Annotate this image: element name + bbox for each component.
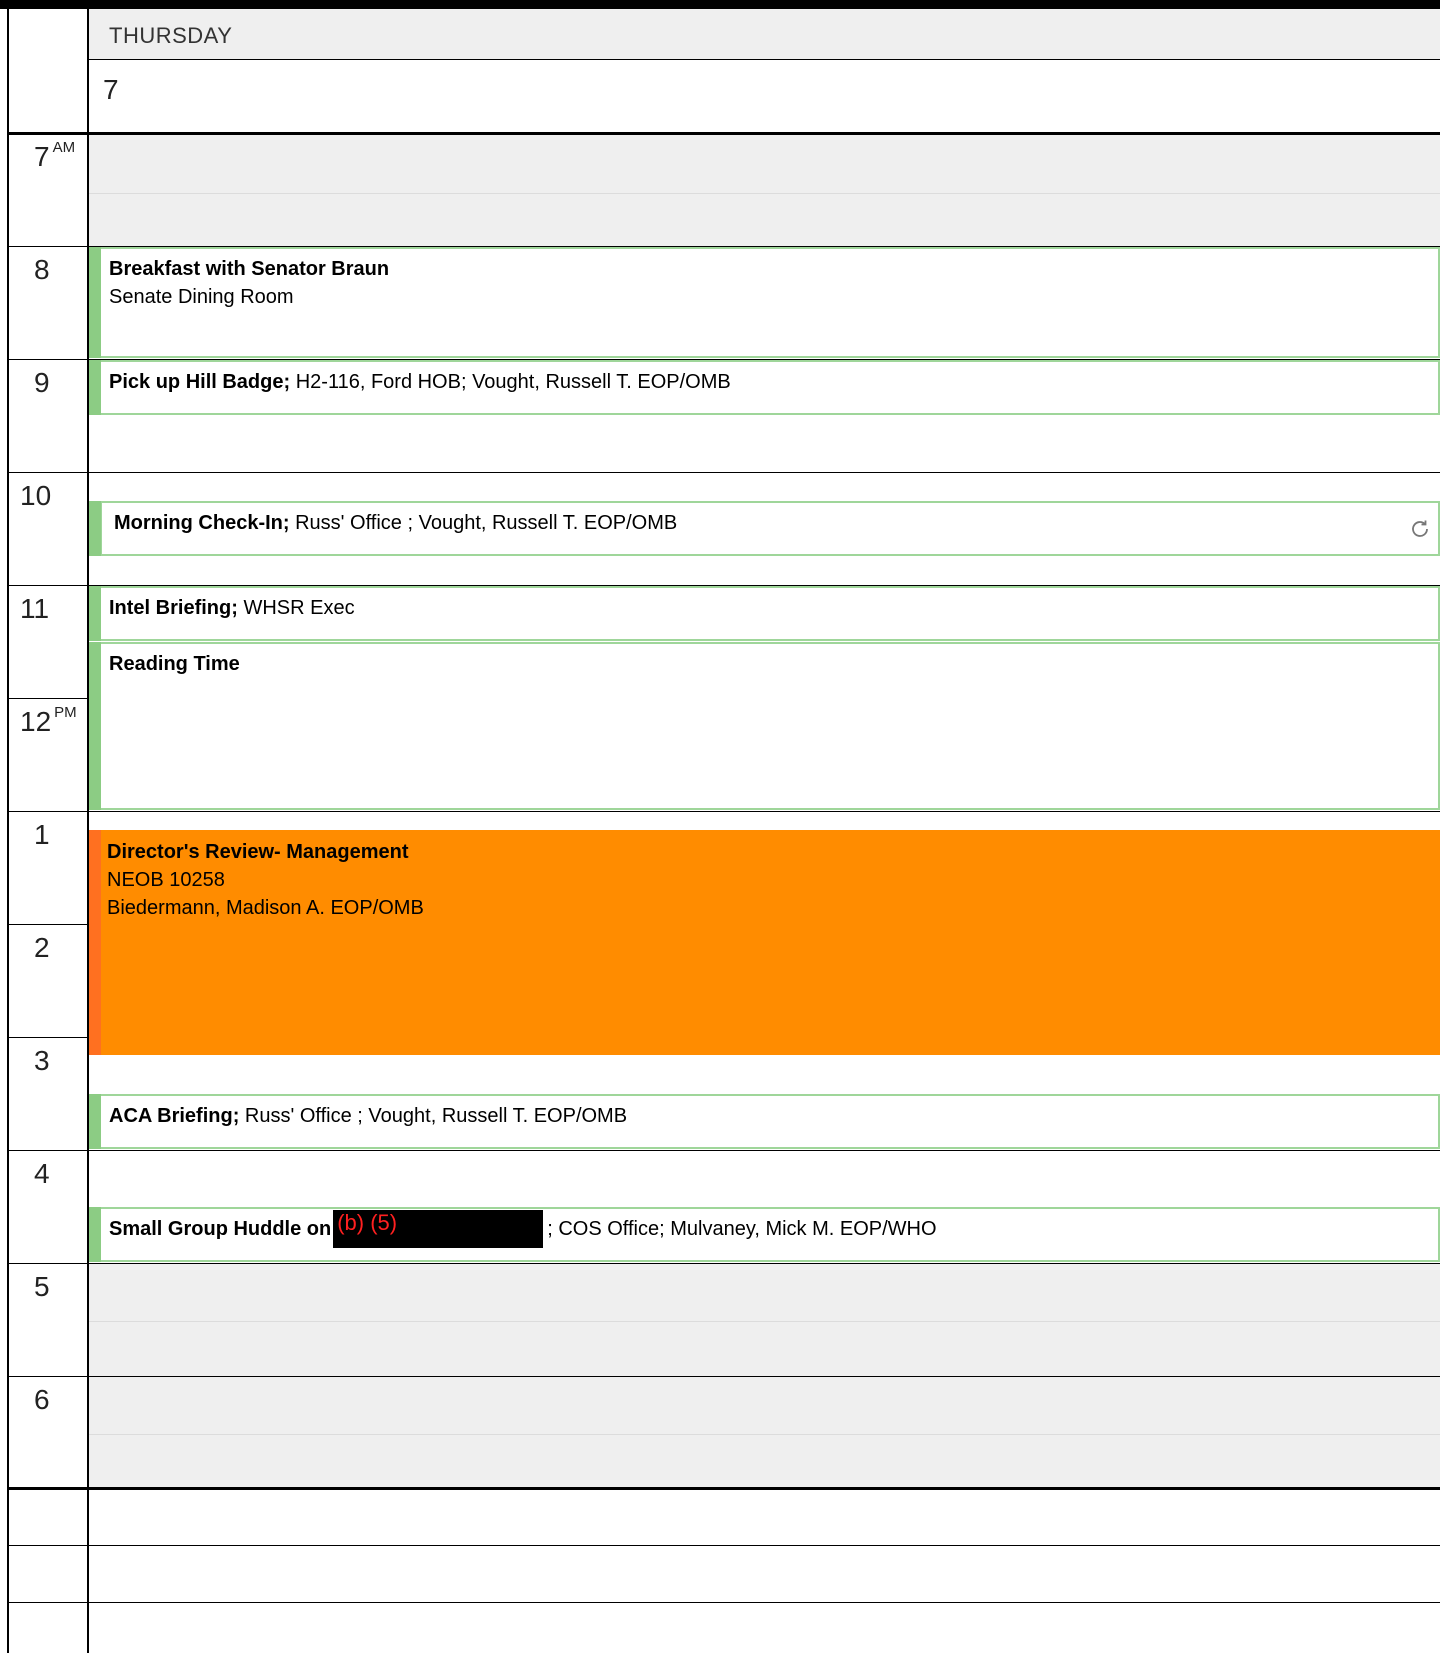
redaction-box: (b) (5) [333,1209,544,1248]
event-breakfast[interactable]: Breakfast with Senator Braun Senate Dini… [89,247,1440,358]
event-color-bar [89,830,101,1055]
hour-label: 7 AM [34,138,76,172]
event-details: ; COS Office; Mulvaney, Mick M. EOP/WHO [547,1218,937,1240]
event-title: Morning Check-In; [114,512,290,534]
hour-label: 6 [34,1384,50,1415]
event-details: Russ' Office ; Vought, Russell T. EOP/OM… [289,512,678,534]
half-hour-line [89,1434,1440,1435]
event-morning-check-in[interactable]: Morning Check-In; Russ' Office ; Vought,… [89,501,1440,556]
event-details: WHSR Exec [237,597,355,619]
hour-label: 12 PM [20,703,77,737]
hour-label: 2 [34,932,50,963]
top-border [0,0,1440,9]
event-reading-time[interactable]: Reading Time [89,642,1440,810]
event-attendee: Biedermann, Madison A. EOP/OMB [107,897,424,919]
sync-icon [1412,520,1428,537]
footer-line [9,1602,1440,1603]
day-end-divider [7,1487,1440,1490]
event-title: Pick up Hill Badge; [109,371,291,393]
event-title: Reading Time [109,653,240,675]
event-intel-briefing[interactable]: Intel Briefing; WHSR Exec [89,586,1440,641]
hour-line-6 [9,1376,1440,1377]
event-check-in-bar-wrap [89,501,101,556]
event-aca-briefing[interactable]: ACA Briefing; Russ' Office ; Vought, Rus… [89,1094,1440,1149]
event-small-group-huddle[interactable]: Small Group Huddle on (b) (5) ; COS Office… [89,1207,1440,1262]
hour-label: 5 [34,1271,50,1302]
half-hour-line [89,193,1440,194]
hour-label: 10 [20,480,52,511]
event-title: ACA Briefing; [109,1105,240,1127]
hour-label: 4 [34,1158,50,1189]
event-color-bar [89,586,101,641]
day-number[interactable]: 7 [103,74,119,106]
event-title: Director's Review- Management [107,841,409,863]
event-directors-review[interactable]: Director's Review- Management NEOB 10258… [89,830,1440,1055]
hour-line-1 [9,811,1440,812]
off-hours-morning[interactable] [89,135,1440,246]
event-color-bar [89,1207,101,1262]
event-title: Breakfast with Senator Braun [109,258,390,280]
event-location: Senate Dining Room [109,286,294,308]
event-color-bar [89,642,101,810]
hour-label: 1 [34,819,50,850]
event-color-bar [89,360,101,415]
hour-line-2 [9,924,89,925]
calendar-day-view: THURSDAY 7 7 AM 8 9 10 11 12 PM 1 2 3 4 5 … [0,0,1440,1653]
hour-line-12 [9,698,89,699]
day-name: THURSDAY [109,23,233,48]
hour-label: 9 [34,367,50,398]
event-details: H2-116, Ford HOB; Vought, Russell T. EOP… [290,371,731,393]
footer-line [9,1545,1440,1546]
event-title: Small Group Huddle on [109,1218,332,1240]
event-details: Russ' Office ; Vought, Russell T. EOP/OM… [239,1105,628,1127]
hour-label: 8 [34,254,50,285]
day-header: THURSDAY [89,9,1440,60]
event-pick-up-badge[interactable]: Pick up Hill Badge; H2-116, Ford HOB; Vo… [89,360,1440,415]
hour-line-5 [9,1263,1440,1264]
redaction-code: (b) (5) [337,1209,398,1235]
hour-line-4 [9,1150,1440,1151]
event-location: NEOB 10258 [107,869,225,891]
hour-label: 3 [34,1045,50,1076]
event-title: Intel Briefing; [109,597,238,619]
hour-line-10 [9,472,1440,473]
event-color-bar [89,247,101,358]
half-hour-line [89,1321,1440,1322]
left-border [7,0,9,1653]
event-color-bar [89,1094,101,1149]
event-color-bar [89,501,101,556]
hour-label: 11 [20,593,50,624]
